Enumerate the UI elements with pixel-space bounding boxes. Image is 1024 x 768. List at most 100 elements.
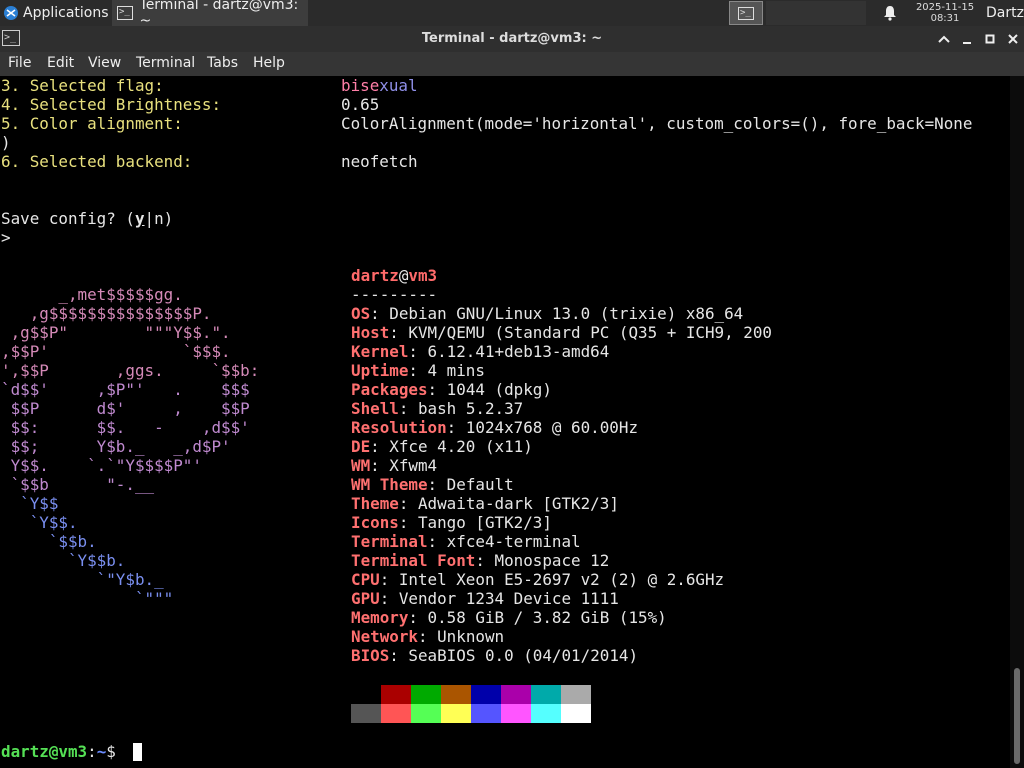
config-backend-label: 6. Selected backend:: [1, 152, 193, 171]
window-titlebar[interactable]: >_ Terminal - dartz@vm3: ~: [0, 26, 1024, 52]
logo-line: `""": [1, 589, 174, 608]
logo-line: `"Y$b._: [1, 570, 164, 589]
menu-file[interactable]: File: [8, 52, 31, 76]
config-alignment-value: ColorAlignment(mode='horizontal', custom…: [341, 114, 973, 133]
menubar: File Edit View Terminal Tabs Help: [0, 52, 1024, 76]
close-icon: [1008, 34, 1018, 44]
palette-swatch: [501, 685, 531, 704]
sysinfo-row: BIOS: SeaBIOS 0.0 (04/01/2014): [351, 646, 639, 665]
applications-label: Applications: [23, 5, 109, 21]
sysinfo-row: GPU: Vendor 1234 Device 1111: [351, 589, 619, 608]
sysinfo-row: Terminal: xfce4-terminal: [351, 532, 581, 551]
palette-swatch: [351, 704, 381, 723]
scrollbar-thumb[interactable]: [1014, 668, 1020, 764]
logo-line: `$$b.: [1, 532, 97, 551]
logo-line: _,met$$$$$gg.: [1, 285, 183, 304]
sysinfo-row: Network: Unknown: [351, 627, 505, 646]
workspace-4-button[interactable]: [832, 1, 866, 25]
sysinfo-separator: ---------: [351, 285, 438, 304]
terminal-icon: >_: [117, 6, 133, 20]
logo-line: ,g$$P" """Y$$.".: [1, 323, 231, 342]
menu-edit[interactable]: Edit: [47, 52, 74, 76]
notification-bell-icon[interactable]: [880, 0, 900, 26]
sysinfo-row: Terminal Font: Monospace 12: [351, 551, 610, 570]
sysinfo-row: Memory: 0.58 GiB / 3.82 GiB (15%): [351, 608, 667, 627]
config-brightness-label: 4. Selected Brightness:: [1, 95, 222, 114]
maximize-button[interactable]: [979, 28, 1001, 50]
text-cursor: [133, 743, 142, 761]
minimize-button[interactable]: [956, 28, 978, 50]
terminal-scrollbar[interactable]: [1010, 76, 1024, 768]
sysinfo-row: Host: KVM/QEMU (Standard PC (Q35 + ICH9,…: [351, 323, 772, 342]
logo-line: $$: $$. - ,d$$': [1, 418, 250, 437]
sysinfo-row: OS: Debian GNU/Linux 13.0 (trixie) x86_6…: [351, 304, 744, 323]
workspace-3-button[interactable]: [799, 1, 833, 25]
logo-line: $$; Y$b._ _,d$P': [1, 437, 231, 456]
taskbar-terminal-label: Terminal - dartz@vm3: ~: [139, 0, 299, 29]
sysinfo-row: Icons: Tango [GTK2/3]: [351, 513, 552, 532]
logo-line: Y$$. `.`"Y$$$$P"': [1, 456, 202, 475]
sysinfo-row: WM: Xfwm4: [351, 456, 438, 475]
logo-line: `Y$$: [1, 494, 59, 513]
palette-swatch: [471, 685, 501, 704]
panel-clock[interactable]: 2025-11-15 08:31: [908, 0, 982, 26]
menu-terminal[interactable]: Terminal: [136, 52, 195, 76]
palette-swatch: [531, 685, 561, 704]
palette-swatch: [411, 704, 441, 723]
palette-swatch: [561, 685, 591, 704]
logo-line: `Y$$b.: [1, 551, 126, 570]
shell-prompt: dartz@vm3:~$: [1, 742, 126, 761]
palette-swatch: [441, 704, 471, 723]
palette-swatch: [471, 704, 501, 723]
applications-menu-button[interactable]: Applications: [0, 0, 112, 26]
logo-line: $$P d$' , $$P: [1, 399, 250, 418]
logo-line: ,g$$$$$$$$$$$$$$$P.: [1, 304, 212, 323]
config-alignment-continuation: ): [1, 133, 11, 152]
sysinfo-row: Uptime: 4 mins: [351, 361, 485, 380]
workspace-1-button[interactable]: >_: [729, 1, 763, 25]
config-flag-label: 3. Selected flag:: [1, 76, 164, 95]
sysinfo-row: Theme: Adwaita-dark [GTK2/3]: [351, 494, 619, 513]
terminal-output[interactable]: 3. Selected flag: bisexual 4. Selected B…: [0, 76, 1010, 768]
maximize-icon: [985, 34, 995, 44]
logo-line: ',$$P ,ggs. `$$b:: [1, 361, 260, 380]
menu-help[interactable]: Help: [253, 52, 285, 76]
palette-swatch: [381, 704, 411, 723]
save-config-prompt: Save config? (y|n): [1, 209, 174, 228]
user-label: Dartz: [986, 5, 1024, 21]
workspace-2-button[interactable]: [766, 1, 800, 25]
xfce-logo-icon: [4, 6, 18, 20]
palette-swatch: [351, 685, 381, 704]
terminal-icon: >_: [738, 7, 754, 20]
input-prompt: >: [1, 228, 11, 247]
sysinfo-row: CPU: Intel Xeon E5-2697 v2 (2) @ 2.6GHz: [351, 570, 725, 589]
palette-swatch: [531, 704, 561, 723]
top-panel: Applications >_ Terminal - dartz@vm3: ~ …: [0, 0, 1024, 29]
sysinfo-row: Shell: bash 5.2.37: [351, 399, 524, 418]
menu-tabs[interactable]: Tabs: [207, 52, 238, 76]
minimize-icon: [963, 42, 971, 44]
config-alignment-label: 5. Color alignment:: [1, 114, 183, 133]
palette-swatch: [411, 685, 441, 704]
palette-swatch: [561, 704, 591, 723]
logo-line: ,$$P' `$$$.: [1, 342, 231, 361]
sysinfo-row: Packages: 1044 (dpkg): [351, 380, 552, 399]
shade-button[interactable]: [933, 28, 955, 50]
close-button[interactable]: [1002, 28, 1024, 50]
palette-swatch: [381, 685, 411, 704]
config-backend-value: neofetch: [341, 152, 418, 171]
taskbar-terminal-button[interactable]: >_ Terminal - dartz@vm3: ~: [112, 0, 308, 29]
chevron-up-icon: [938, 35, 950, 43]
sysinfo-header: dartz@vm3: [351, 266, 438, 285]
window-title: Terminal - dartz@vm3: ~: [421, 31, 603, 46]
menu-view[interactable]: View: [88, 52, 121, 76]
logo-line: `d$$' ,$P"' . $$$: [1, 380, 250, 399]
logo-line: `$$b "-.__: [1, 475, 155, 494]
palette-swatch: [441, 685, 471, 704]
clock-date: 2025-11-15: [915, 2, 975, 13]
palette-swatch: [501, 704, 531, 723]
sysinfo-row: WM Theme: Default: [351, 475, 514, 494]
clock-time: 08:31: [930, 13, 960, 24]
user-menu-button[interactable]: Dartz: [986, 0, 1024, 26]
sysinfo-row: Resolution: 1024x768 @ 60.00Hz: [351, 418, 639, 437]
